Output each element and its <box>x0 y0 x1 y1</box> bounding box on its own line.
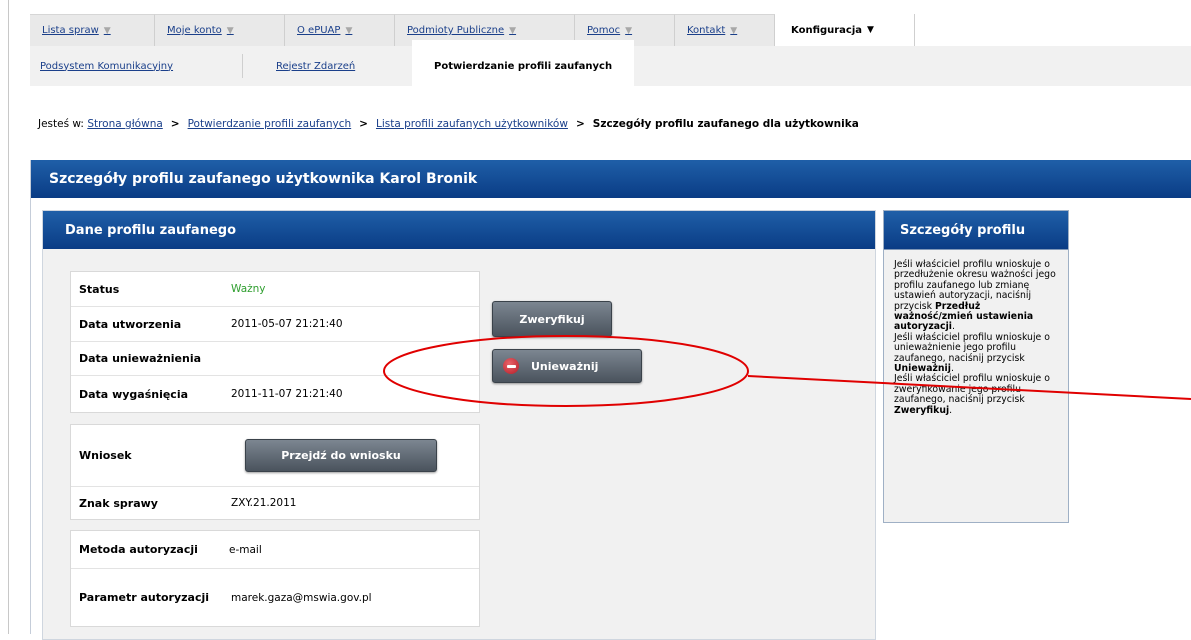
auth-param-value: marek.gaza@mswia.gov.pl <box>231 591 372 604</box>
breadcrumb-link-profile-list[interactable]: Lista profili zaufanych użytkowników <box>376 118 568 130</box>
chevron-down-icon: ▼ <box>730 25 738 36</box>
divider <box>242 54 243 78</box>
subtab-potwierdzanie-profili[interactable]: Potwierdzanie profili zaufanych <box>412 40 635 86</box>
profile-dates-table: Status Ważny Data utworzenia 2011-05-07 … <box>70 271 480 413</box>
breadcrumb-separator: > <box>170 118 180 130</box>
profile-panel: Dane profilu zaufanego Status Ważny Data… <box>42 210 876 640</box>
application-label: Wniosek <box>79 449 132 462</box>
chevron-down-icon: ▼ <box>509 25 517 36</box>
tab-label: O ePUAP <box>297 25 341 36</box>
tab-kontakt[interactable]: Kontakt ▼ <box>675 14 775 46</box>
go-to-application-button[interactable]: Przejdź do wniosku <box>245 439 437 472</box>
table-row: Data utworzenia 2011-05-07 21:21:40 <box>71 307 479 342</box>
help-text: . <box>951 321 955 333</box>
auth-method-label: Metoda autoryzacji <box>79 543 198 556</box>
profile-panel-title: Dane profilu zaufanego <box>43 211 875 249</box>
help-button-name: Zweryfikuj <box>894 404 950 416</box>
invalidate-button-label: Unieważnij <box>531 359 599 373</box>
subtab-podsystem-komunikacyjny[interactable]: Podsystem Komunikacyjny <box>40 46 173 86</box>
breadcrumb-prefix: Jesteś w: <box>38 118 84 130</box>
table-row: Parametr autoryzacji marek.gaza@mswia.go… <box>71 569 479 626</box>
chevron-down-icon: ▼ <box>345 25 353 36</box>
invalidated-label: Data unieważnienia <box>79 352 202 365</box>
breadcrumb-current: Szczegóły profilu zaufanego dla użytkown… <box>592 118 859 130</box>
auth-param-label: Parametr autoryzacji <box>79 590 210 604</box>
help-text: Jeśli właściciel profilu wnioskuje o uni… <box>894 331 1050 364</box>
tab-label: Lista spraw <box>42 25 99 36</box>
table-row: Status Ważny <box>71 272 479 307</box>
tab-label: Pomoc <box>587 25 621 36</box>
help-text: . <box>949 404 953 416</box>
chevron-down-icon: ▼ <box>867 25 874 35</box>
breadcrumb-link-profiles[interactable]: Potwierdzanie profili zaufanych <box>188 118 352 130</box>
tab-label: Kontakt <box>687 25 726 36</box>
sidebar-title: Szczegóły profilu <box>884 211 1068 250</box>
chevron-down-icon: ▼ <box>103 25 111 36</box>
chevron-down-icon: ▼ <box>226 25 234 36</box>
subtab-rejestr-zdarzen[interactable]: Rejestr Zdarzeń <box>276 46 355 86</box>
created-value: 2011-05-07 21:21:40 <box>231 318 343 330</box>
breadcrumb-separator: > <box>575 118 585 130</box>
sub-nav: Podsystem Komunikacyjny Rejestr Zdarzeń … <box>30 40 1191 86</box>
status-label: Status <box>79 282 120 296</box>
table-row: Data unieważnienia <box>71 342 479 376</box>
frame-border <box>8 0 9 634</box>
tab-lista-spraw[interactable]: Lista spraw ▼ <box>30 14 155 46</box>
profile-details-sidebar: Szczegóły profilu Jeśli właściciel profi… <box>883 210 1069 523</box>
main-panel: Szczegóły profilu zaufanego użytkownika … <box>30 160 1191 640</box>
tab-o-epuap[interactable]: O ePUAP ▼ <box>285 14 395 46</box>
expires-value: 2011-11-07 21:21:40 <box>231 388 343 400</box>
table-row: Metoda autoryzacji e-mail <box>71 531 479 569</box>
tab-label: Moje konto <box>167 25 222 36</box>
status-value: Ważny <box>231 283 266 295</box>
minus-circle-icon <box>503 358 519 374</box>
authorization-table: Metoda autoryzacji e-mail Parametr autor… <box>70 530 480 627</box>
expires-label: Data wygaśnięcia <box>79 387 189 401</box>
case-label: Znak sprawy <box>79 496 158 510</box>
table-row: Data wygaśnięcia 2011-11-07 21:21:40 <box>71 376 479 412</box>
tab-moje-konto[interactable]: Moje konto ▼ <box>155 14 285 46</box>
chevron-down-icon: ▼ <box>625 25 633 36</box>
table-row: Znak sprawy ZXY.21.2011 <box>71 487 479 519</box>
breadcrumb-link-home[interactable]: Strona główna <box>87 118 162 130</box>
tab-konfiguracja[interactable]: Konfiguracja ▼ <box>775 14 915 46</box>
help-text: . <box>950 363 954 375</box>
verify-button[interactable]: Zweryfikuj <box>492 301 612 337</box>
help-text: Jeśli właściciel profilu wnioskuje o zwe… <box>894 373 1050 406</box>
help-button-name: Unieważnij <box>894 363 951 375</box>
breadcrumb-separator: > <box>359 118 368 130</box>
case-value: ZXY.21.2011 <box>231 497 297 509</box>
breadcrumb: Jesteś w: Strona główna > Potwierdzanie pr… <box>38 118 859 130</box>
tab-label: Podmioty Publiczne <box>407 25 505 36</box>
created-label: Data utworzenia <box>79 317 182 331</box>
auth-method-value: e-mail <box>229 543 262 556</box>
tab-label: Konfiguracja <box>791 24 863 36</box>
invalidate-button[interactable]: Unieważnij <box>492 349 642 383</box>
sidebar-help-text: Jeśli właściciel profilu wnioskuje o prz… <box>884 250 1068 416</box>
page-title: Szczegóły profilu zaufanego użytkownika … <box>31 160 1191 198</box>
